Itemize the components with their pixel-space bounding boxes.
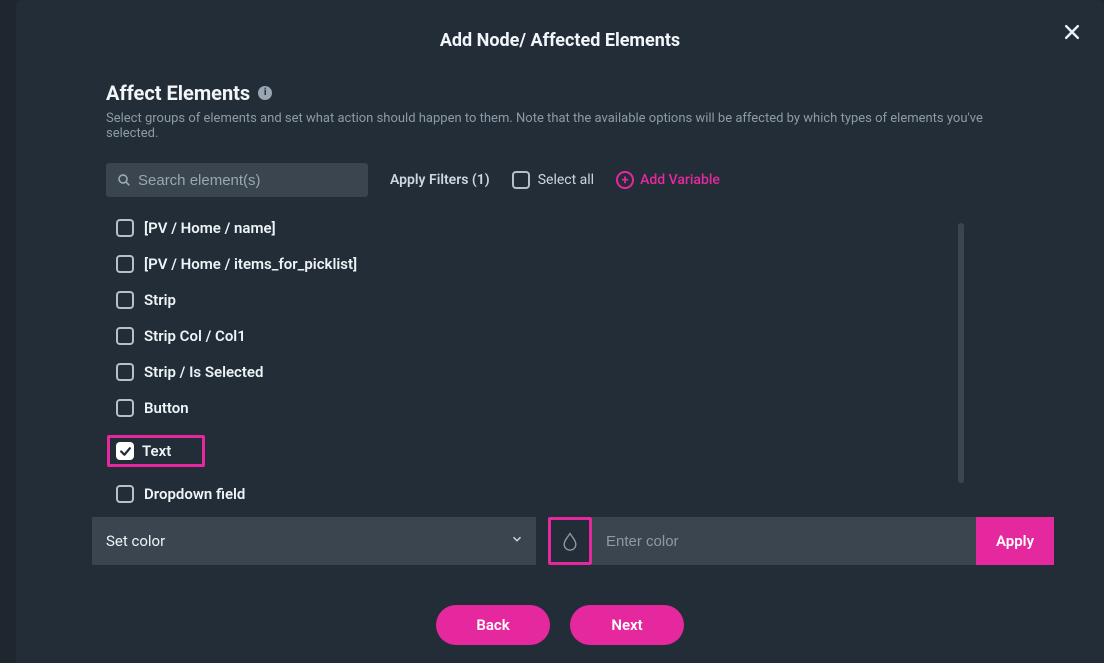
close-button[interactable]: [1062, 22, 1082, 42]
element-item-label: Button: [144, 399, 189, 417]
next-button[interactable]: Next: [570, 605, 684, 645]
apply-filters-button[interactable]: Apply Filters (1): [390, 172, 490, 188]
search-input[interactable]: [106, 163, 368, 197]
checkbox-icon: [116, 363, 134, 381]
action-select[interactable]: Set color: [92, 517, 536, 565]
plus-circle-icon: +: [616, 171, 634, 189]
checkbox-icon: [116, 399, 134, 417]
element-item[interactable]: Strip Col / Col1: [116, 327, 1014, 345]
select-all-checkbox[interactable]: Select all: [512, 171, 594, 189]
scrollbar[interactable]: [958, 223, 964, 483]
elements-panel: [PV / Home / name] [PV / Home / items_for…: [106, 219, 1014, 507]
checkbox-icon: [512, 171, 530, 189]
apply-button[interactable]: Apply: [976, 517, 1054, 565]
filter-row: Apply Filters (1) Select all + Add Varia…: [106, 163, 1014, 197]
action-row: Set color Apply: [92, 517, 1054, 565]
section-header: Affect Elements i: [106, 81, 1014, 105]
chevron-down-icon: [510, 532, 524, 550]
select-all-label: Select all: [538, 172, 594, 188]
color-swatch-button[interactable]: [548, 517, 592, 565]
element-item[interactable]: Strip / Is Selected: [116, 363, 1014, 381]
search-icon: [116, 172, 132, 188]
search-wrap: [106, 163, 368, 197]
checkbox-icon: [116, 485, 134, 503]
element-item[interactable]: Button: [116, 399, 1014, 417]
checkbox-checked-icon: [116, 442, 134, 460]
checkbox-icon: [116, 255, 134, 273]
section-title: Affect Elements: [106, 81, 250, 105]
checkbox-icon: [116, 219, 134, 237]
element-item[interactable]: [PV / Home / items_for_picklist]: [116, 255, 1014, 273]
element-item[interactable]: [PV / Home / name]: [116, 219, 1014, 237]
modal-title: Add Node/ Affected Elements: [16, 0, 1104, 51]
modal-content: Affect Elements i Select groups of eleme…: [16, 51, 1104, 645]
element-item[interactable]: Dropdown field: [116, 485, 1014, 503]
elements-list: [PV / Home / name] [PV / Home / items_for…: [106, 219, 1014, 503]
droplet-icon: [560, 528, 580, 554]
element-item[interactable]: Text: [107, 435, 205, 467]
element-item-label: [PV / Home / items_for_picklist]: [144, 255, 357, 273]
add-variable-button[interactable]: + Add Variable: [616, 171, 720, 189]
color-input-wrap: [592, 517, 976, 565]
back-button[interactable]: Back: [436, 605, 550, 645]
info-icon[interactable]: i: [258, 86, 272, 100]
section-description: Select groups of elements and set what a…: [106, 111, 1014, 141]
modal: Add Node/ Affected Elements Affect Eleme…: [16, 0, 1104, 663]
close-icon: [1062, 22, 1082, 42]
color-input[interactable]: [606, 517, 962, 565]
element-item-label: Strip Col / Col1: [144, 327, 246, 345]
checkbox-icon: [116, 291, 134, 309]
element-item-label: Strip / Is Selected: [144, 363, 263, 381]
element-item[interactable]: Strip: [116, 291, 1014, 309]
checkbox-icon: [116, 327, 134, 345]
element-item-label: Text: [142, 442, 171, 460]
action-select-label: Set color: [106, 532, 165, 550]
element-item-label: [PV / Home / name]: [144, 219, 276, 237]
add-variable-label: Add Variable: [640, 172, 720, 188]
element-item-label: Dropdown field: [144, 485, 245, 503]
element-item-label: Strip: [144, 291, 176, 309]
footer-buttons: Back Next: [106, 605, 1014, 645]
